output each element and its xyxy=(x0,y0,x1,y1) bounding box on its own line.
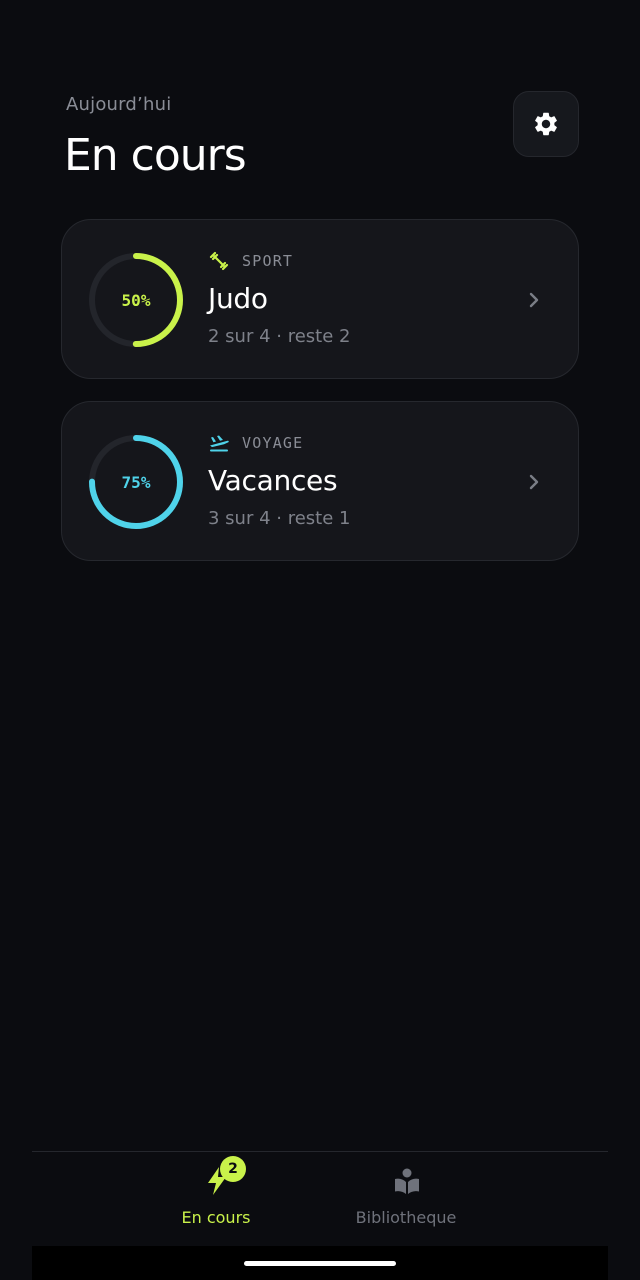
settings-button[interactable] xyxy=(513,91,579,157)
home-indicator[interactable] xyxy=(244,1261,396,1266)
tab-label: Bibliotheque xyxy=(355,1208,457,1227)
category-label: VOYAGE xyxy=(242,434,304,452)
progress-percent: 75% xyxy=(121,472,151,492)
tab-bibliotheque[interactable]: Bibliotheque xyxy=(316,1160,496,1240)
plane-departure-icon xyxy=(208,432,230,454)
category-row: VOYAGE xyxy=(208,432,303,454)
page-title: En cours xyxy=(64,130,247,181)
chevron-right-icon xyxy=(529,292,539,308)
tab-en-cours[interactable]: 2 En cours xyxy=(126,1156,306,1240)
activity-title: Judo xyxy=(208,282,268,315)
screen: Aujourd’hui En cours 50% SPORT Judo 2 su… xyxy=(0,0,640,1280)
activity-progress-text: 3 sur 4 · reste 1 xyxy=(208,508,351,529)
gear-icon xyxy=(535,112,557,136)
chevron-right-icon xyxy=(529,474,539,490)
category-label: SPORT xyxy=(242,252,294,270)
header-subtitle: Aujourd’hui xyxy=(66,94,172,115)
dumbbell-icon xyxy=(208,250,230,272)
progress-ring: 75% xyxy=(88,434,184,530)
category-row: SPORT xyxy=(208,250,293,272)
reader-book-icon xyxy=(395,1168,419,1194)
activity-progress-text: 2 sur 4 · reste 2 xyxy=(208,326,351,347)
activity-card-judo[interactable]: 50% SPORT Judo 2 sur 4 · reste 2 xyxy=(61,219,579,379)
tab-label: En cours xyxy=(181,1208,251,1227)
activity-card-vacances[interactable]: 75% VOYAGE Vacances 3 sur 4 · reste 1 xyxy=(61,401,579,561)
progress-percent: 50% xyxy=(121,290,151,310)
notification-badge: 2 xyxy=(220,1156,246,1182)
tabbar-divider xyxy=(32,1151,608,1152)
progress-ring: 50% xyxy=(88,252,184,348)
activity-title: Vacances xyxy=(208,464,338,497)
